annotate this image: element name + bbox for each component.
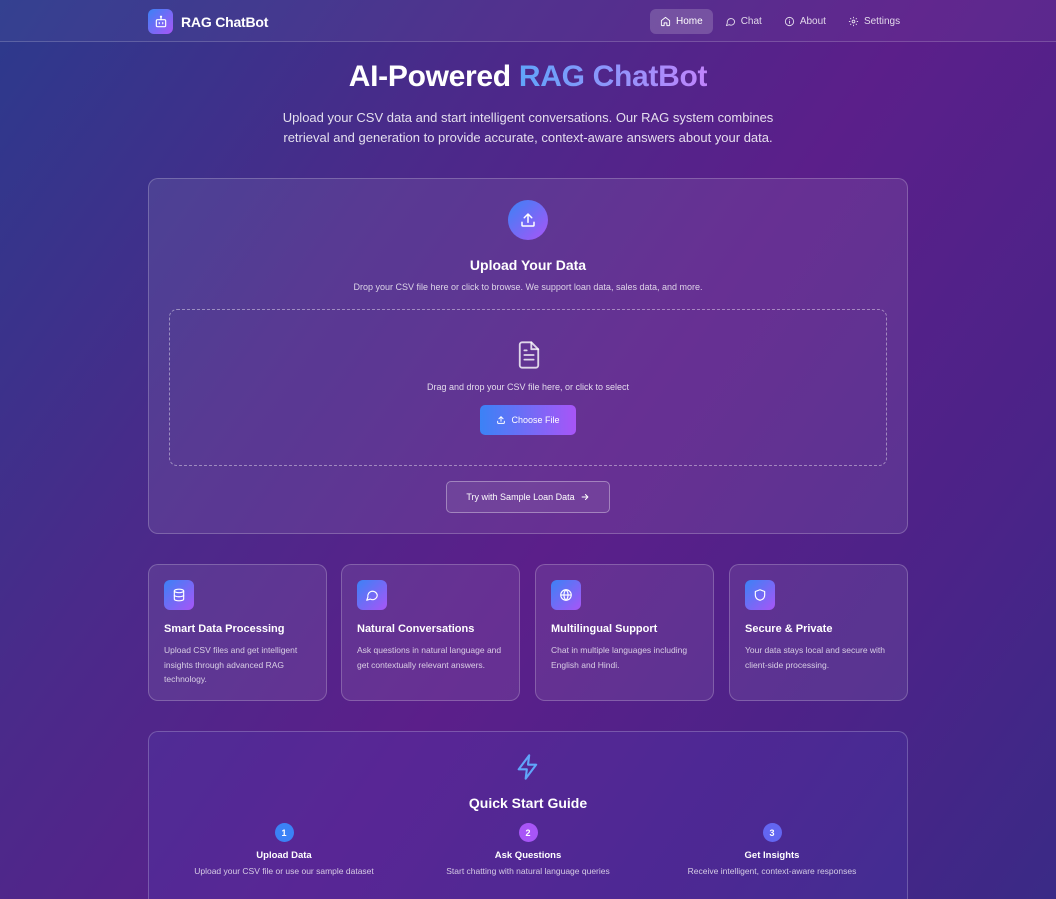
step-number: 3 <box>762 823 782 842</box>
step-number: 1 <box>274 823 294 842</box>
step-title: Ask Questions <box>494 850 562 861</box>
step-title: Get Insights <box>744 850 800 861</box>
nav-settings-label: Settings <box>863 16 901 27</box>
globe-icon <box>551 580 581 610</box>
feature-card-conversations: Natural Conversations Ask questions in n… <box>341 564 520 701</box>
nav-home-label: Home <box>676 16 703 27</box>
upload-description: Drop your CSV file here or click to brow… <box>353 282 703 292</box>
step-description: Start chatting with natural language que… <box>446 866 610 876</box>
nav-home[interactable]: Home <box>650 9 713 34</box>
choose-file-button[interactable]: Choose File <box>480 405 576 435</box>
chat-icon <box>725 18 735 27</box>
feature-description: Your data stays local and secure with cl… <box>745 645 886 670</box>
feature-description: Upload CSV files and get intelligent ins… <box>164 645 298 684</box>
file-icon <box>518 341 540 369</box>
nav-chat-label: Chat <box>740 16 762 27</box>
sample-data-label: Try with Sample Loan Data <box>466 492 575 502</box>
top-nav: RAG ChatBot Home Chat About Settings <box>0 0 1056 42</box>
nav-about[interactable]: About <box>774 9 836 34</box>
lightning-icon <box>517 754 538 780</box>
info-icon <box>784 16 794 27</box>
feature-title: Smart Data Processing <box>164 623 285 635</box>
title-accent: RAG ChatBot <box>518 60 708 93</box>
feature-title: Multilingual Support <box>551 623 658 635</box>
step-upload-data: 1 Upload Data Upload your CSV file or us… <box>174 823 394 876</box>
bot-icon <box>148 9 173 34</box>
file-dropzone[interactable]: Drag and drop your CSV file here, or cli… <box>169 309 887 466</box>
nav-about-label: About <box>799 16 826 27</box>
upload-icon <box>508 200 548 240</box>
step-title: Upload Data <box>256 850 312 861</box>
step-description: Upload your CSV file or use our sample d… <box>194 866 374 876</box>
home-icon <box>660 16 671 27</box>
feature-card-data-processing: Smart Data Processing Upload CSV files a… <box>148 564 327 701</box>
upload-card: Upload Your Data Drop your CSV file here… <box>148 178 908 534</box>
step-number: 2 <box>518 823 538 842</box>
database-icon <box>164 580 194 610</box>
dropzone-text: Drag and drop your CSV file here, or cli… <box>426 382 630 392</box>
quick-start-card: Quick Start Guide 1 Upload Data Upload y… <box>148 731 908 899</box>
feature-description: Chat in multiple languages including Eng… <box>551 645 688 670</box>
feature-title: Natural Conversations <box>357 623 475 635</box>
nav-settings[interactable]: Settings <box>838 9 910 34</box>
brand-name: RAG ChatBot <box>181 13 269 30</box>
chat-bubble-icon <box>357 580 387 610</box>
nav-links: Home Chat About Settings <box>650 9 912 34</box>
feature-description: Ask questions in natural language and ge… <box>357 645 502 670</box>
feature-card-multilingual: Multilingual Support Chat in multiple la… <box>535 564 714 701</box>
step-get-insights: 3 Get Insights Receive intelligent, cont… <box>662 823 882 876</box>
quick-start-title: Quick Start Guide <box>468 795 588 811</box>
step-ask-questions: 2 Ask Questions Start chatting with natu… <box>418 823 638 876</box>
feature-card-secure: Secure & Private Your data stays local a… <box>729 564 908 701</box>
brand[interactable]: RAG ChatBot <box>148 9 268 34</box>
shield-icon <box>745 580 775 610</box>
step-description: Receive intelligent, context-aware respo… <box>687 866 857 876</box>
title-prefix: AI-Powered <box>348 60 519 93</box>
gear-icon <box>848 16 859 27</box>
page-subtitle: Upload your CSV data and start intellige… <box>282 110 774 145</box>
upload-small-icon <box>497 416 506 424</box>
feature-title: Secure & Private <box>745 623 833 635</box>
nav-chat[interactable]: Chat <box>715 9 772 34</box>
sample-data-button[interactable]: Try with Sample Loan Data <box>446 481 610 513</box>
choose-file-label: Choose File <box>511 415 560 425</box>
arrow-right-icon <box>581 494 589 500</box>
upload-title: Upload Your Data <box>469 257 587 273</box>
page-title: AI-Powered RAG ChatBot <box>0 60 1056 94</box>
